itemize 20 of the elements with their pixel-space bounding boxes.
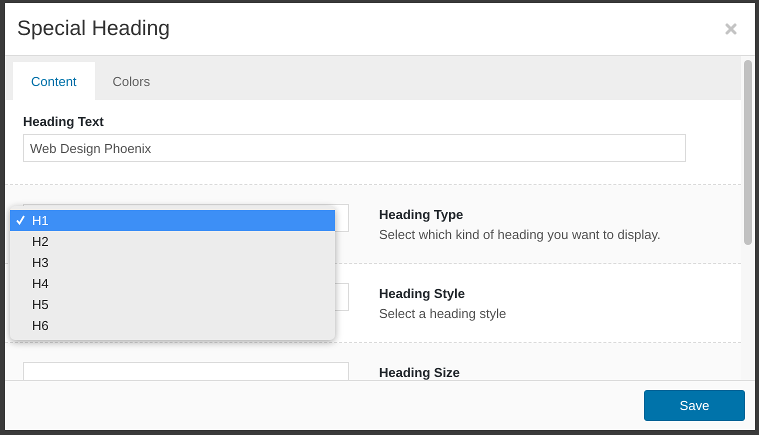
- checkmark-icon: [16, 215, 25, 225]
- dropdown-option[interactable]: H6: [10, 315, 335, 336]
- setting-description: Select which kind of heading you want to display.: [379, 227, 661, 242]
- dropdown-option[interactable]: H2: [10, 231, 335, 252]
- tab[interactable]: Colors: [94, 62, 168, 100]
- setting-title: Heading Type: [379, 207, 464, 222]
- dropdown-option[interactable]: H4: [10, 273, 335, 294]
- dropdown-option[interactable]: H3: [10, 252, 335, 273]
- setting-title: Heading Style: [379, 286, 466, 301]
- heading-text-field[interactable]: Web Design Phoenix: [23, 134, 686, 162]
- scrollbar-thumb[interactable]: [744, 60, 752, 245]
- dialog-title: Special Heading: [17, 17, 170, 41]
- field-label: Heading Text: [23, 114, 105, 129]
- dropdown-option[interactable]: H5: [10, 294, 335, 315]
- tab[interactable]: Content: [13, 62, 95, 100]
- close-icon[interactable]: [725, 23, 737, 35]
- save-button[interactable]: Save: [644, 390, 745, 421]
- setting-description: Select a heading style: [379, 306, 506, 321]
- setting-title: Heading Size: [379, 365, 460, 380]
- scrollbar[interactable]: [741, 56, 755, 380]
